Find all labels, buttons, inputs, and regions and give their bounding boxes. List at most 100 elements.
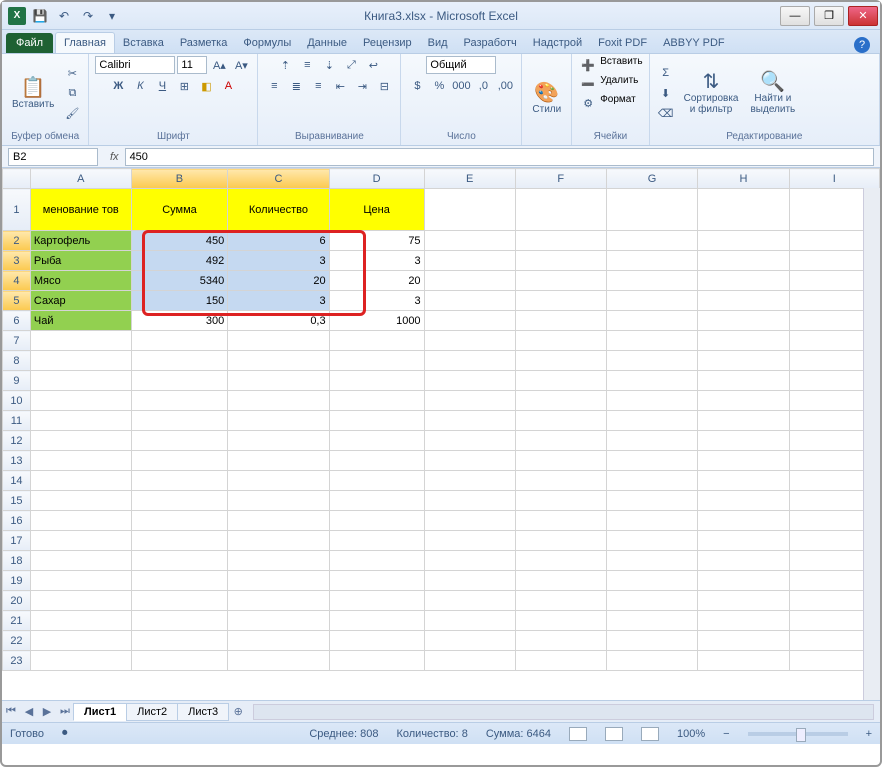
cell[interactable]: [329, 451, 424, 471]
col-header-a[interactable]: A: [30, 169, 131, 189]
underline-icon[interactable]: Ч: [152, 77, 172, 95]
styles-button[interactable]: 🎨 Стили: [528, 80, 565, 117]
cell[interactable]: [515, 451, 606, 471]
cell[interactable]: [228, 571, 329, 591]
cell[interactable]: [131, 551, 228, 571]
cell[interactable]: [424, 631, 515, 651]
cell[interactable]: [698, 531, 789, 551]
row-header[interactable]: 21: [3, 611, 31, 631]
font-size-combo[interactable]: 11: [177, 56, 207, 74]
cell[interactable]: [606, 391, 697, 411]
cell[interactable]: [515, 371, 606, 391]
cell[interactable]: Мясо: [30, 271, 131, 291]
bold-icon[interactable]: Ж: [108, 77, 128, 95]
cell[interactable]: [329, 531, 424, 551]
cell-grid[interactable]: A B C D E F G H I 1 менование тов Сумма …: [2, 168, 880, 671]
cell[interactable]: [515, 431, 606, 451]
cell[interactable]: [131, 531, 228, 551]
italic-icon[interactable]: К: [130, 77, 150, 95]
cell[interactable]: [131, 471, 228, 491]
cell[interactable]: [698, 431, 789, 451]
cell[interactable]: [30, 651, 131, 671]
sheet-tab[interactable]: Лист3: [177, 703, 229, 721]
maximize-button[interactable]: ❐: [814, 6, 844, 26]
cell[interactable]: [698, 271, 789, 291]
cell[interactable]: [329, 471, 424, 491]
cell[interactable]: [606, 611, 697, 631]
cell[interactable]: [228, 491, 329, 511]
sheet-nav-next-icon[interactable]: ▶: [38, 703, 56, 721]
format-painter-icon[interactable]: 🖌: [62, 104, 82, 122]
cut-icon[interactable]: ✂: [62, 64, 82, 82]
row-header[interactable]: 9: [3, 371, 31, 391]
cell[interactable]: [228, 511, 329, 531]
redo-icon[interactable]: ↷: [78, 6, 98, 26]
cell[interactable]: [329, 431, 424, 451]
cell[interactable]: [329, 591, 424, 611]
cell[interactable]: [698, 291, 789, 311]
cell[interactable]: [698, 591, 789, 611]
cell[interactable]: [606, 331, 697, 351]
cell[interactable]: [424, 291, 515, 311]
cell[interactable]: [424, 251, 515, 271]
merge-icon[interactable]: ⊟: [374, 77, 394, 95]
comma-icon[interactable]: 000: [451, 77, 471, 95]
cell[interactable]: [515, 651, 606, 671]
cell[interactable]: [698, 189, 789, 231]
cell[interactable]: [515, 189, 606, 231]
sheet-tab[interactable]: Лист1: [73, 703, 127, 721]
cell[interactable]: [698, 651, 789, 671]
horizontal-scrollbar[interactable]: [253, 704, 874, 720]
cell[interactable]: [424, 331, 515, 351]
tab-foxit[interactable]: Foxit PDF: [590, 33, 655, 53]
cell[interactable]: [606, 591, 697, 611]
cell[interactable]: [329, 351, 424, 371]
cell[interactable]: [606, 551, 697, 571]
close-button[interactable]: ✕: [848, 6, 878, 26]
cell[interactable]: [30, 411, 131, 431]
fill-icon[interactable]: ⬇: [656, 84, 676, 102]
cell[interactable]: [424, 431, 515, 451]
cell[interactable]: [424, 451, 515, 471]
formula-input[interactable]: 450: [125, 148, 874, 166]
row-header[interactable]: 1: [3, 189, 31, 231]
cell[interactable]: [606, 251, 697, 271]
cell[interactable]: [606, 271, 697, 291]
cell[interactable]: [698, 391, 789, 411]
cell[interactable]: [30, 611, 131, 631]
cell[interactable]: [606, 311, 697, 331]
cell[interactable]: [698, 611, 789, 631]
cell[interactable]: [329, 331, 424, 351]
col-header-g[interactable]: G: [606, 169, 697, 189]
cell[interactable]: Картофель: [30, 231, 131, 251]
col-header-b[interactable]: B: [131, 169, 228, 189]
cell[interactable]: [698, 251, 789, 271]
row-header[interactable]: 11: [3, 411, 31, 431]
tab-review[interactable]: Рецензир: [355, 33, 420, 53]
cell[interactable]: [329, 651, 424, 671]
vertical-scrollbar[interactable]: [863, 188, 880, 700]
cell[interactable]: [30, 511, 131, 531]
cell[interactable]: [30, 491, 131, 511]
cell[interactable]: [329, 391, 424, 411]
align-top-icon[interactable]: ⇡: [275, 56, 295, 74]
currency-icon[interactable]: $: [407, 77, 427, 95]
row-header[interactable]: 5: [3, 291, 31, 311]
cell[interactable]: [515, 571, 606, 591]
row-header[interactable]: 6: [3, 311, 31, 331]
tab-abbyy[interactable]: ABBYY PDF: [655, 33, 733, 53]
cell[interactable]: [424, 571, 515, 591]
cell[interactable]: [606, 351, 697, 371]
name-box[interactable]: B2: [8, 148, 98, 166]
cell[interactable]: [131, 411, 228, 431]
cell[interactable]: [30, 571, 131, 591]
view-normal-icon[interactable]: [569, 727, 587, 741]
cell[interactable]: 5340: [131, 271, 228, 291]
cell[interactable]: [424, 391, 515, 411]
cell[interactable]: [698, 511, 789, 531]
cell[interactable]: [606, 511, 697, 531]
cell[interactable]: [515, 511, 606, 531]
cell[interactable]: [606, 651, 697, 671]
cell[interactable]: 1000: [329, 311, 424, 331]
fx-icon[interactable]: fx: [104, 151, 125, 163]
